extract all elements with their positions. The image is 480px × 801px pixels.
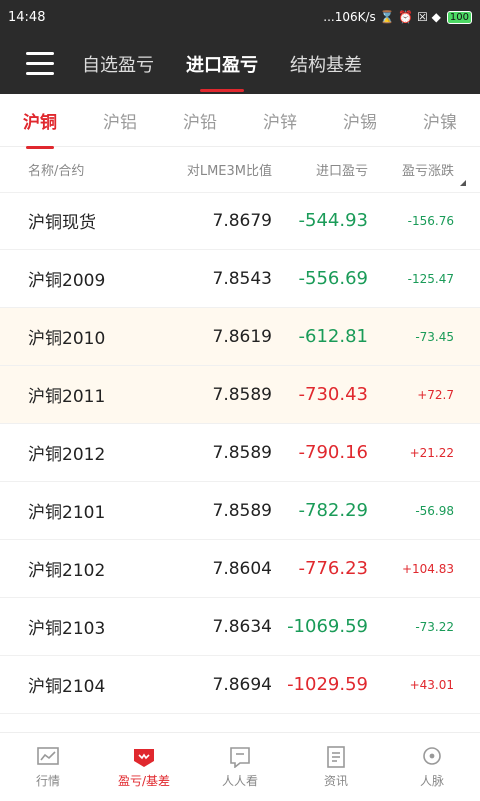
import-profit-value: -790.16 [298, 442, 368, 463]
profit-change-value: +104.83 [401, 561, 454, 576]
subtab-tin[interactable]: 沪锡 [320, 108, 400, 133]
tab-structure-basis[interactable]: 结构基差 [290, 51, 362, 77]
bottom-tab-label: 行情 [35, 773, 60, 788]
bottom-tab-bar: 行情 盈亏/基差 人人看 资讯 人脉 [0, 732, 480, 801]
bottom-tab-label: 人脉 [419, 773, 444, 788]
bottom-tab-profit-basis[interactable]: 盈亏/基差 [96, 733, 192, 801]
import-profit-value: -776.23 [298, 558, 368, 579]
bottom-tab-contacts[interactable]: 人脉 [384, 733, 480, 801]
contract-name: 沪铜2102 [28, 561, 106, 581]
contract-name: 沪铜2101 [28, 503, 106, 523]
market-chart-icon [37, 746, 59, 765]
lme-ratio-value: 7.8589 [212, 500, 272, 521]
subtab-aluminum[interactable]: 沪铝 [80, 108, 160, 133]
import-profit-value: -1069.59 [287, 616, 368, 637]
status-time: 14:48 [8, 9, 46, 25]
table-row[interactable]: 沪铜现货 7.8679 -544.93 -156.76 [0, 192, 480, 250]
battery-icon: 100 [446, 10, 472, 24]
contract-name: 沪铜2010 [28, 329, 106, 349]
main-tabs: 自选盈亏 进口盈亏 结构基差 [82, 34, 362, 94]
bottom-tab-market[interactable]: 行情 [0, 733, 96, 801]
lme-ratio-value: 7.8589 [212, 442, 272, 463]
bottom-tab-news[interactable]: 资讯 [288, 733, 384, 801]
table-row[interactable]: 沪铜2011 7.8589 -730.43 +72.7 [0, 366, 480, 424]
top-navigation: 自选盈亏 进口盈亏 结构基差 [0, 34, 480, 94]
import-profit-value: -730.43 [298, 384, 368, 405]
subtab-nickel[interactable]: 沪镍 [400, 108, 480, 133]
lme-ratio-value: 7.8589 [212, 384, 272, 405]
sort-corner-icon [460, 180, 466, 186]
profit-change-value: -56.98 [415, 503, 454, 518]
subtab-copper[interactable]: 沪铜 [0, 108, 80, 149]
subtab-lead[interactable]: 沪铅 [160, 108, 240, 133]
import-profit-value: -544.93 [298, 210, 368, 231]
header-profit[interactable]: 进口盈亏 [272, 160, 368, 179]
chat-bubble-icon [230, 746, 250, 768]
bottom-tab-everyone[interactable]: 人人看 [192, 733, 288, 801]
table-row[interactable]: 沪铜2104 7.8694 -1029.59 +43.01 [0, 656, 480, 714]
profit-change-value: -73.22 [415, 619, 454, 634]
news-document-icon [327, 745, 345, 768]
bottom-tab-label: 资讯 [323, 773, 348, 788]
import-profit-value: -1029.59 [287, 674, 368, 695]
tab-watchlist-profit[interactable]: 自选盈亏 [82, 51, 154, 77]
tab-import-profit[interactable]: 进口盈亏 [186, 51, 258, 92]
header-name: 名称/合约 [28, 163, 85, 179]
profit-change-value: +21.22 [409, 445, 454, 460]
lme-ratio-value: 7.8694 [212, 674, 272, 695]
profit-change-value: +72.7 [417, 387, 454, 402]
status-icons-text: ...106K/s ⌛ ⏰ ☒ ◆ [323, 10, 441, 24]
profit-change-value: -73.45 [415, 329, 454, 344]
status-icons: ...106K/s ⌛ ⏰ ☒ ◆ 100 [323, 10, 472, 24]
lme-ratio-value: 7.8634 [212, 616, 272, 637]
table-row[interactable]: 沪铜2009 7.8543 -556.69 -125.47 [0, 250, 480, 308]
metal-subtabs: 沪铜 沪铝 沪铅 沪锌 沪锡 沪镍 [0, 94, 480, 149]
bottom-tab-label: 盈亏/基差 [117, 773, 171, 788]
profit-basis-icon [134, 748, 154, 767]
contract-name: 沪铜2104 [28, 677, 106, 697]
bottom-tab-label: 人人看 [221, 773, 258, 788]
import-profit-value: -612.81 [298, 326, 368, 347]
table-row[interactable]: 沪铜2010 7.8619 -612.81 -73.45 [0, 308, 480, 366]
profit-change-value: +43.01 [409, 677, 454, 692]
contacts-icon [423, 746, 441, 765]
table-header: 名称/合约 对LME3M比值 进口盈亏 盈亏涨跌 [0, 146, 480, 193]
header-ratio[interactable]: 对LME3M比值 [148, 160, 272, 179]
import-profit-value: -556.69 [298, 268, 368, 289]
table-row[interactable]: 沪铜2012 7.8589 -790.16 +21.22 [0, 424, 480, 482]
header-change[interactable]: 盈亏涨跌 [368, 160, 480, 179]
contract-name: 沪铜2011 [28, 387, 106, 407]
lme-ratio-value: 7.8679 [212, 210, 272, 231]
contract-name: 沪铜2103 [28, 619, 106, 639]
profit-change-value: -156.76 [407, 213, 454, 228]
subtab-zinc[interactable]: 沪锌 [240, 108, 320, 133]
lme-ratio-value: 7.8543 [212, 268, 272, 289]
contract-name: 沪铜2009 [28, 271, 106, 291]
lme-ratio-value: 7.8604 [212, 558, 272, 579]
table-row[interactable]: 沪铜2102 7.8604 -776.23 +104.83 [0, 540, 480, 598]
contract-name: 沪铜2012 [28, 445, 106, 465]
table-row[interactable]: 沪铜2101 7.8589 -782.29 -56.98 [0, 482, 480, 540]
import-profit-value: -782.29 [298, 500, 368, 521]
hamburger-menu-icon[interactable] [26, 52, 54, 76]
table-row[interactable]: 沪铜2103 7.8634 -1069.59 -73.22 [0, 598, 480, 656]
status-bar: 14:48 ...106K/s ⌛ ⏰ ☒ ◆ 100 [0, 0, 480, 34]
contract-name: 沪铜现货 [28, 213, 96, 233]
lme-ratio-value: 7.8619 [212, 326, 272, 347]
profit-change-value: -125.47 [407, 271, 454, 286]
contract-list: 沪铜现货 7.8679 -544.93 -156.76 沪铜2009 7.8543 -556… [0, 192, 480, 714]
